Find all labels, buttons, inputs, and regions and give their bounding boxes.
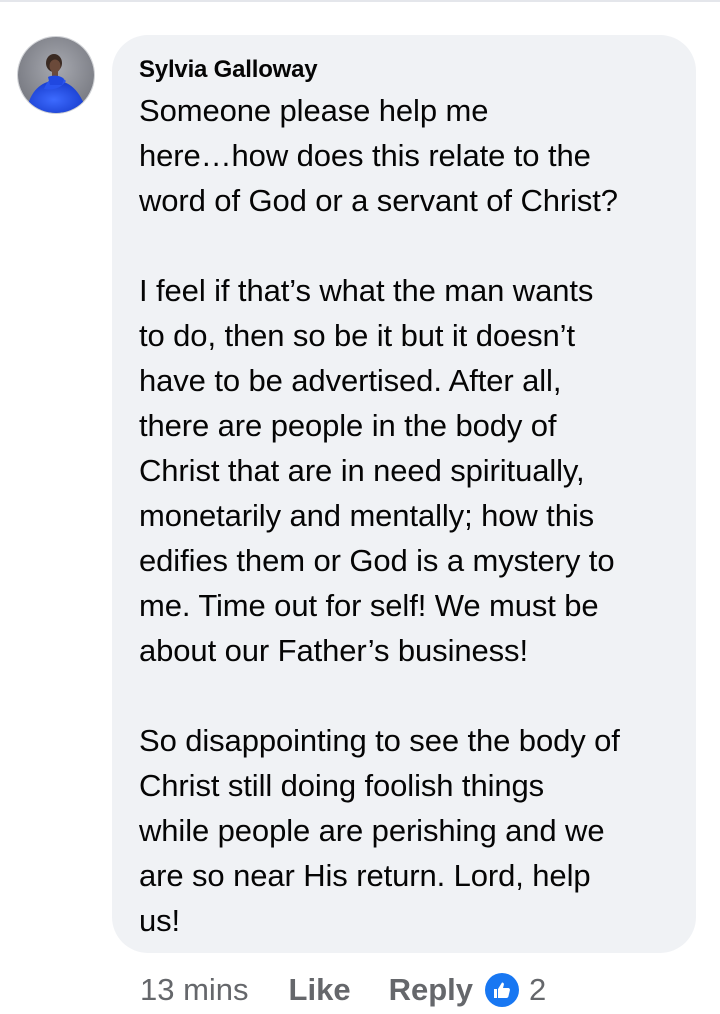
avatar-photo-icon	[18, 37, 94, 113]
like-button[interactable]: Like	[289, 972, 351, 1008]
reply-button[interactable]: Reply	[389, 972, 473, 1008]
reaction-count: 2	[529, 972, 547, 1007]
comment-bubble: Sylvia Galloway Someone please help me h…	[112, 35, 696, 953]
comment-actions-row: 13 mins Like Reply 2	[140, 966, 546, 1014]
comment-timestamp[interactable]: 13 mins	[140, 972, 249, 1008]
thumbs-up-icon	[485, 973, 519, 1007]
top-divider	[0, 0, 720, 2]
author-avatar[interactable]	[17, 36, 95, 114]
comment-body-text: Someone please help me here…how does thi…	[139, 93, 620, 938]
reaction-summary[interactable]: 2	[485, 972, 546, 1008]
comment-author-name[interactable]: Sylvia Galloway	[139, 56, 318, 84]
